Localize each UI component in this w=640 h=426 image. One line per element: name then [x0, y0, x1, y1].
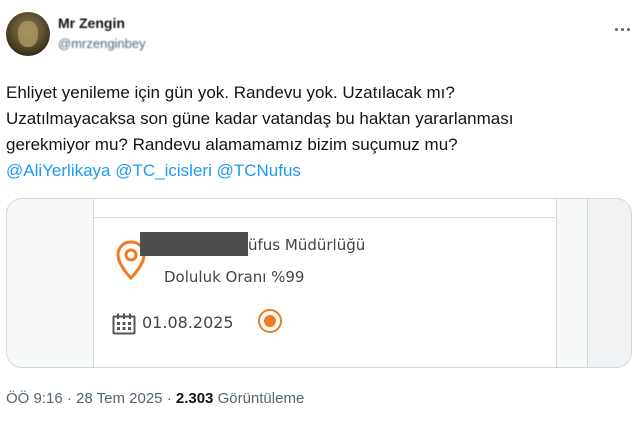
avatar[interactable]: [6, 12, 50, 56]
redacted-block: [140, 232, 248, 256]
views-label: Görüntüleme: [217, 390, 305, 407]
next-image-preview[interactable]: [587, 199, 631, 367]
mention-link[interactable]: @TCNufus: [217, 161, 301, 180]
post-date[interactable]: 28 Tem 2025: [76, 390, 162, 407]
mention-link[interactable]: @AliYerlikaya: [6, 161, 111, 180]
author-handle[interactable]: @mrzenginbey: [58, 36, 146, 51]
radio-dot: [264, 315, 276, 327]
date-radio-button[interactable]: [258, 309, 282, 333]
tweet-line: Uzatılmayacaksa son güne kadar vatandaş …: [6, 109, 514, 128]
calendar-icon: [112, 313, 136, 335]
mention-link[interactable]: @TC_icisleri: [115, 161, 212, 180]
office-name: üfus Müdürlüğü: [248, 236, 366, 254]
tweet-line: Ehliyet yenileme için gün yok. Randevu y…: [6, 83, 455, 102]
screenshot-panel: [93, 199, 557, 367]
tweet-text: Ehliyet yenileme için gün yok. Randevu y…: [6, 80, 626, 184]
views-count: 2.303: [175, 390, 214, 407]
more-options-icon[interactable]: [612, 26, 632, 32]
mentions-line: @AliYerlikaya @TC_icisleri @TCNufus: [6, 158, 626, 184]
media-attachment[interactable]: [6, 198, 632, 368]
tweet-line: gerekmiyor mu? Randevu alamamamız bizim …: [6, 135, 458, 154]
tweet-meta: ÖÖ 9:16 · 28 Tem 2025 · 2.303 Görüntülem…: [6, 390, 304, 407]
occupancy-rate: Doluluk Oranı %99: [164, 268, 305, 286]
author-display-name[interactable]: Mr Zengin: [58, 15, 125, 31]
screenshot-divider: [93, 217, 555, 218]
appointment-date: 01.08.2025: [142, 313, 234, 332]
avatar-face: [18, 21, 38, 47]
post-time[interactable]: ÖÖ 9:16: [6, 390, 63, 407]
meta-separator: ·: [66, 390, 72, 407]
meta-separator: ·: [166, 390, 172, 407]
